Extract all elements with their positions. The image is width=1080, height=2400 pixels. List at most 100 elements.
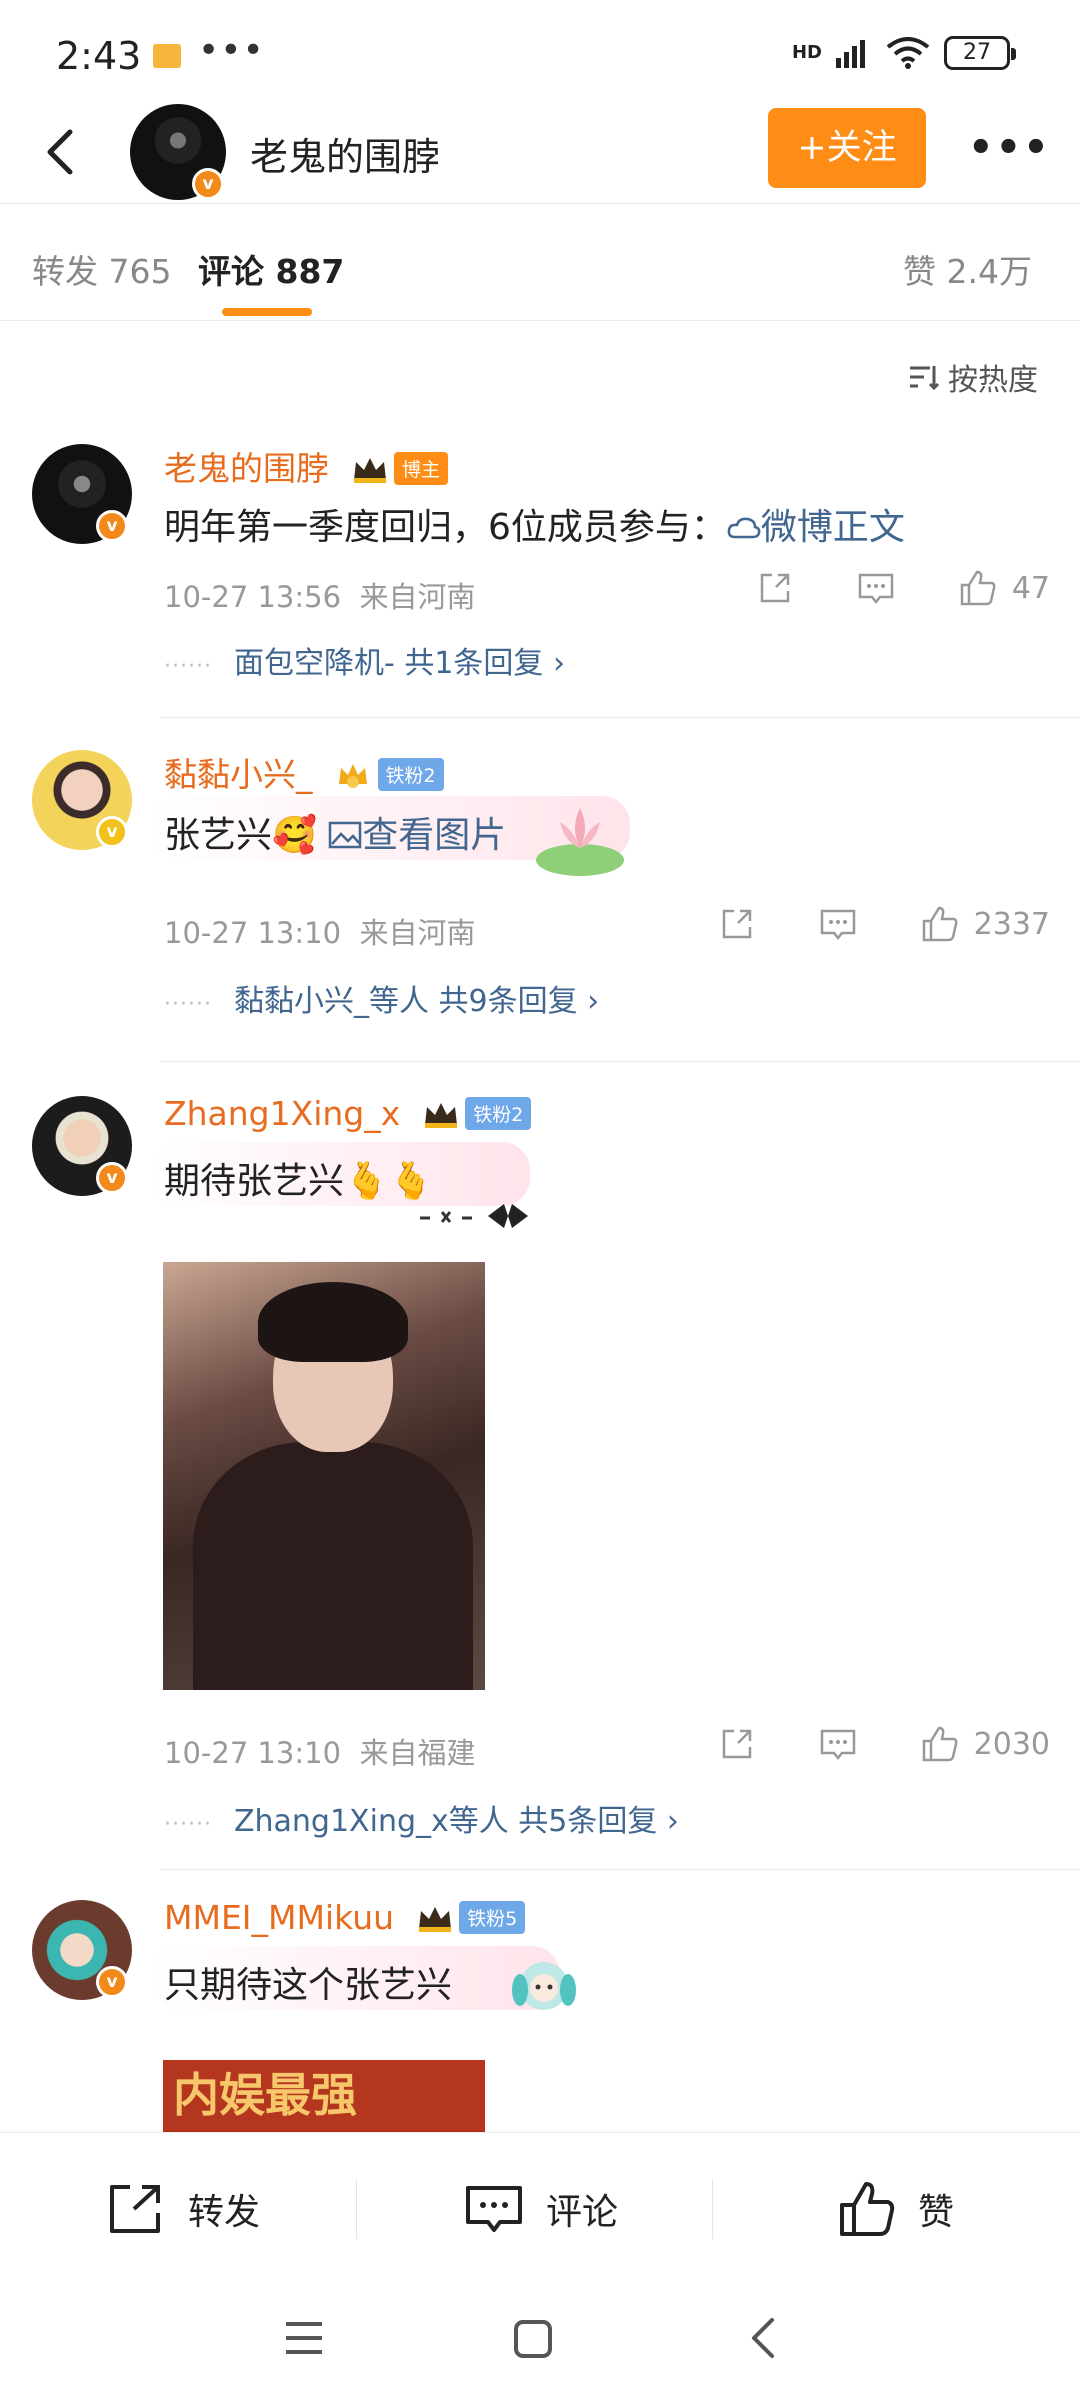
menu-icon[interactable] [282,2318,326,2358]
commenter-name[interactable]: Zhang1Xing_x 铁粉2 [164,1094,532,1133]
original-post-link-text: 微博正文 [760,507,905,548]
verified-badge-icon: v [96,816,128,848]
weibo-link-icon [727,517,761,539]
tab-likes[interactable]: 赞 2.4万 [903,245,1032,293]
repost-label: 转发 [188,2192,261,2233]
comment-image[interactable] [163,1262,485,1690]
comment-icon [820,909,855,941]
sort-icon [910,366,940,391]
back-icon[interactable] [32,122,92,182]
repost-button[interactable]: 转发 [106,2133,260,2285]
more-options-icon[interactable]: ••• [968,118,1049,178]
status-icons: HD 27 [792,36,1016,70]
comment-emoji: 🥰 [272,815,317,856]
like-count: 2030 [973,1726,1050,1762]
replies-dots: ······ [164,1812,212,1837]
tab-comments-label: 评论 [198,252,264,291]
bottom-action-bar: 转发 评论 赞 [0,2132,1080,2284]
image-text: 内娱最强 [173,2068,357,2122]
repost-comment-button[interactable] [756,569,794,607]
notification-icon [153,44,181,68]
commenter-name-text: 老鬼的围脖 [164,449,329,488]
wifi-icon [886,37,930,69]
divider [160,1869,1080,1870]
original-post-link[interactable]: 微博正文 [727,507,905,548]
comment-body: 期待张艺兴 [164,1161,345,1202]
like-comment-button[interactable]: 2030 [920,1724,1050,1764]
share-icon [110,2185,160,2233]
bottom-bar-separator [356,2179,357,2239]
comment-actions: 47 [694,568,1050,608]
miku-sticker-icon [512,1962,576,2010]
verified-badge-icon: v [96,1966,128,1998]
crown-icon [353,458,386,483]
reply-comment-button[interactable] [856,569,896,607]
comment-location: 来自河南 [359,580,476,614]
repost-comment-button[interactable] [718,905,756,943]
share-icon [722,1729,751,1759]
tab-repost-label: 转发 [32,252,98,291]
replies-text: Zhang1Xing_x等人 共5条回复 [233,1804,658,1839]
comment-meta: 10-27 13:56 来自河南 [164,574,476,616]
reply-comment-button[interactable] [818,905,858,943]
commenter-name[interactable]: MMEI_MMikuu 铁粉5 [164,1898,526,1937]
comment-meta: 10-27 13:10 来自福建 [164,1730,476,1772]
comment-label: 评论 [546,2192,619,2233]
divider [160,1061,1080,1062]
system-back-icon[interactable] [744,2314,784,2362]
repost-comment-button[interactable] [718,1725,756,1763]
comment-button[interactable]: 评论 [464,2133,618,2285]
replies-dots: ······ [164,992,212,1017]
comment-body: 张艺兴 [164,815,273,856]
commenter-name-text: Zhang1Xing_x [164,1094,401,1133]
tab-bar: 转发 765 评论 887 赞 2.4万 [0,205,1080,321]
fan-level-tag: 铁粉2 [377,758,444,791]
replies-text: 黏黏小兴_等人 共9条回复 [233,984,578,1019]
commenter-name[interactable]: 老鬼的围脖 博主 [164,442,449,490]
active-tab-indicator [222,308,312,316]
comment-text: 期待张艺兴🫰🫰 [164,1152,434,1204]
follow-button[interactable]: +关注 [768,108,926,188]
tab-repost[interactable]: 转发 765 [32,245,172,293]
sort-label: 按热度 [948,363,1038,398]
share-icon [760,573,790,603]
signal-icon [836,40,865,68]
fan-medal-icon [339,764,367,788]
commenter-name[interactable]: 黏黏小兴_ 铁粉2 [164,748,444,796]
thumbs-up-icon [840,2182,895,2236]
verified-badge-icon: v [192,168,224,200]
like-button[interactable]: 赞 [838,2133,954,2285]
more-notifications-icon: ••• [198,30,265,71]
lotus-sticker-icon [536,808,624,876]
view-replies-link[interactable]: ······ 面包空降机- 共1条回复 › [164,638,565,682]
comment-body: 明年第一季度回归，6位成员参与： [164,507,727,548]
comment-body: 只期待这个张艺兴 [164,1965,453,2006]
sort-toggle[interactable]: 按热度 [908,355,1038,399]
view-image-link[interactable]: 查看图片 [328,815,506,856]
like-label: 赞 [918,2192,955,2233]
comment-image[interactable]: 内娱最强 [163,2060,485,2132]
like-count: 47 [1011,570,1050,606]
comment-text: 明年第一季度回归，6位成员参与： 微博正文 [164,498,905,550]
comment-actions: 2337 [656,904,1050,944]
commenter-name-text: MMEI_MMikuu [164,1898,395,1937]
comment-location: 来自河南 [359,916,476,950]
fan-level-tag: 铁粉5 [459,1901,526,1934]
comment-icon [820,1729,855,1761]
image-figure-hair [258,1282,408,1362]
fan-level-tag: 铁粉2 [465,1097,532,1130]
like-comment-button[interactable]: 2337 [920,904,1050,944]
crown-icon [418,1907,451,1932]
host-tag: 博主 [394,452,449,485]
view-replies-link[interactable]: ······ Zhang1Xing_x等人 共5条回复 › [164,1796,679,1840]
system-nav-bar [0,2284,1080,2400]
comment-time: 10-27 13:10 [164,1736,342,1770]
home-icon[interactable] [512,2318,554,2360]
status-time: 2:43 [56,34,142,78]
verified-badge-icon: v [96,1162,128,1194]
like-comment-button[interactable]: 47 [958,568,1050,608]
tab-comments[interactable]: 评论 887 [198,245,344,293]
comment-location: 来自福建 [359,1736,476,1770]
view-replies-link[interactable]: ······ 黏黏小兴_等人 共9条回复 › [164,976,599,1020]
reply-comment-button[interactable] [818,1725,858,1763]
